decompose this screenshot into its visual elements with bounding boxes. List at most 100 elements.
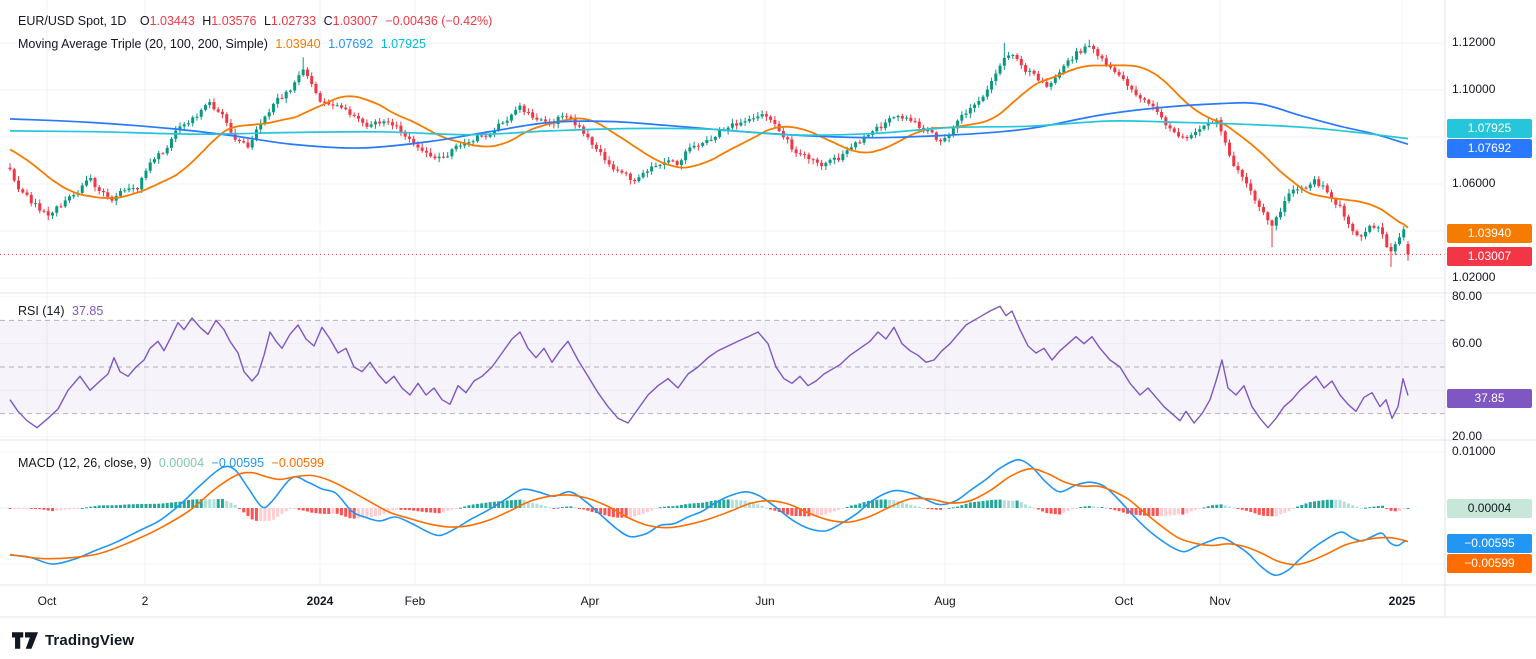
macd-hist-bar [578,508,581,509]
ma-legend-label: Moving Average Triple (20, 100, 200, Sim… [18,37,268,51]
candle-body [280,98,283,99]
macd-hist-bar [255,508,258,521]
chart-canvas[interactable] [0,0,1536,659]
macd-hist-bar [1343,502,1346,508]
macd-hist-bar [1364,508,1367,509]
macd-hist-bar [939,508,942,510]
candle-body [336,105,339,106]
candle-body [646,171,649,172]
macd-hist-bar [1101,507,1104,508]
candle-body [931,130,934,132]
candle-body [416,144,419,147]
candle-body [803,154,806,155]
time-axis-label: Aug [934,594,955,608]
macd-hist-bar [1377,506,1380,508]
candle-body [251,140,254,148]
candle-body [892,117,895,118]
candle-body [242,141,245,142]
candle-body [965,113,968,114]
macd-hist-bar [1181,508,1184,515]
macd-hist-bar [1241,508,1244,510]
macd-hist-bar [391,508,394,510]
candle-body [293,82,296,90]
candle-body [1028,71,1031,72]
candle-body [1173,128,1176,132]
macd-hist-bar [1224,505,1227,508]
candle-body [157,153,160,159]
candle-body [480,136,483,137]
macd-hist-bar [89,507,92,508]
macd-hist-bar [722,500,725,508]
macd-hist-bar [1322,500,1325,508]
candle-body [1020,59,1023,65]
candle-body [1373,226,1376,228]
candle-body [1045,82,1048,87]
candle-body [1385,234,1388,247]
macd-hist-bar [969,502,972,508]
candle-body [790,139,793,149]
symbol-legend[interactable]: EUR/USD Spot, 1D O1.03443 H1.03576 L1.02… [18,14,496,28]
candle-body [1305,188,1308,189]
macd-hist-bar [119,505,122,508]
candle-body [829,160,832,163]
rsi-legend[interactable]: RSI (14) 37.85 [18,304,107,318]
last-price-badge: 1.03007 [1447,247,1532,266]
macd-hist-bar [484,503,487,508]
candle-body [1292,190,1295,194]
rsi-badge: 37.85 [1447,389,1532,408]
macd-hist-bar [697,503,700,508]
candle-body [1224,131,1227,142]
macd-hist-bar [404,508,407,510]
candle-body [442,157,445,158]
candle-body [438,157,441,159]
candle-body [765,114,768,116]
macd-hist-bar [510,500,513,508]
macd-hist-bar [268,508,271,521]
candle-body [731,123,734,127]
candle-body [773,120,776,124]
candle-body [1177,132,1180,136]
macd-legend[interactable]: MACD (12, 26, close, 9) 0.00004 −0.00595… [18,456,328,470]
low-value: 1.02733 [271,14,316,28]
candle-body [1360,235,1363,236]
macd-hist-bar [637,508,640,515]
candle-body [1326,185,1329,192]
macd-hist-bar [990,500,993,508]
candle-body [1394,244,1397,251]
macd-hist-bar [680,505,683,508]
macd-hist-bar [47,508,50,511]
tradingview-logo[interactable]: TradingView [12,631,134,650]
macd-hist-bar [68,508,71,509]
candle-body [744,121,747,122]
candle-body [676,161,679,165]
candle-body [1398,237,1401,244]
macd-hist-bar [115,505,118,508]
candle-body [433,156,436,158]
y-axis-label: 60.00 [1452,336,1482,350]
macd-hist-bar [735,500,738,508]
macd-hist-bar [1368,507,1371,508]
candle-body [246,143,249,148]
macd-hist-bar [773,508,776,511]
macd-hist-bar [1041,508,1044,511]
ma-legend[interactable]: Moving Average Triple (20, 100, 200, Sim… [18,37,430,51]
macd-hist-bar [880,500,883,508]
macd-hist-bar [30,508,33,509]
macd-hist-bar [280,508,283,514]
candle-body [786,137,789,139]
macd-hist-bar [1283,508,1286,513]
macd-hist-bar [76,508,79,509]
candle-body [1092,46,1095,49]
candle-body [671,160,674,161]
candle-body [421,148,424,151]
macd-hist-bar [905,504,908,508]
macd-hist-bar [884,499,887,508]
macd-hist-bar [1262,508,1265,516]
macd-hist-bar [909,505,912,508]
macd-hist-bar [221,499,224,508]
macd-hist-bar [365,508,368,518]
candle-body [999,66,1002,74]
candle-body [476,136,479,142]
macd-hist-bar [973,502,976,508]
candle-body [816,160,819,163]
